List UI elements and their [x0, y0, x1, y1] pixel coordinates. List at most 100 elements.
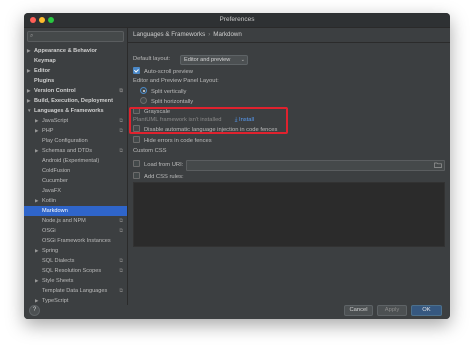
sidebar-item-label: SQL Dialects	[42, 258, 75, 264]
collapsed-arrow-icon[interactable]: ▶	[27, 46, 30, 56]
sidebar-item-editor[interactable]: ▶ Editor	[24, 66, 127, 76]
load-from-uri-row[interactable]: Load from URI:	[133, 160, 184, 169]
css-uri-input[interactable]	[186, 160, 445, 171]
sidebar-item-label: Cucumber	[42, 178, 68, 184]
sidebar-item-label: Template Data Languages	[42, 288, 108, 294]
project-scope-icon: ⧉	[119, 258, 123, 264]
collapsed-arrow-icon[interactable]: ▶	[35, 246, 38, 256]
sidebar-item-languages-frameworks[interactable]: ▼ Languages & Frameworks	[24, 106, 127, 116]
collapsed-arrow-icon[interactable]: ▶	[35, 276, 38, 286]
sidebar-item-plugins[interactable]: Plugins	[24, 76, 127, 86]
sidebar-item-php[interactable]: ▶ PHP ⧉	[24, 126, 127, 136]
sidebar-item-label: Appearance & Behavior	[34, 48, 98, 54]
project-scope-icon: ⧉	[119, 118, 123, 124]
collapsed-arrow-icon[interactable]: ▶	[27, 66, 30, 76]
sidebar-item-label: PHP	[42, 128, 54, 134]
folder-icon[interactable]	[434, 162, 442, 168]
sidebar-item-node-js-and-npm[interactable]: Node.js and NPM ⧉	[24, 216, 127, 226]
dialog-button-bar: ? Cancel Apply OK	[24, 305, 450, 319]
project-scope-icon: ⧉	[119, 288, 123, 294]
highlight-box	[129, 107, 288, 134]
sidebar-item-label: Languages & Frameworks	[34, 108, 104, 114]
sidebar-item-kotlin[interactable]: ▶ Kotlin	[24, 196, 127, 206]
hide-errors-label: Hide errors in code fences	[144, 138, 212, 145]
auto-scroll-checkbox[interactable]	[133, 67, 140, 74]
add-css-rules-checkbox[interactable]	[133, 172, 140, 179]
settings-search-input[interactable]: ⌕	[27, 31, 124, 42]
sidebar-item-label: SQL Resolution Scopes	[42, 268, 102, 274]
split-vertically-row[interactable]: Split vertically	[140, 87, 187, 96]
cancel-button[interactable]: Cancel	[344, 305, 373, 316]
add-css-rules-label: Add CSS rules:	[144, 174, 184, 181]
split-vertically-radio[interactable]	[140, 87, 147, 94]
project-scope-icon: ⧉	[119, 228, 123, 234]
sidebar-item-javascript[interactable]: ▶ JavaScript ⧉	[24, 116, 127, 126]
default-layout-row: Default layout: Editor and preview ⌄	[133, 55, 248, 65]
breadcrumb-item-languages[interactable]: Languages & Frameworks	[133, 31, 205, 38]
default-layout-label: Default layout:	[133, 56, 171, 62]
collapsed-arrow-icon[interactable]: ▶	[35, 116, 38, 126]
sidebar-item-label: Play Configuration	[42, 138, 88, 144]
sidebar-item-cucumber[interactable]: Cucumber	[24, 176, 127, 186]
sidebar-item-label: Node.js and NPM	[42, 218, 86, 224]
collapsed-arrow-icon[interactable]: ▶	[27, 86, 30, 96]
sidebar-item-label: Kotlin	[42, 198, 56, 204]
sidebar-item-template-data-languages[interactable]: Template Data Languages ⧉	[24, 286, 127, 296]
hide-errors-checkbox[interactable]	[133, 136, 140, 143]
sidebar-item-spring[interactable]: ▶ Spring	[24, 246, 127, 256]
sidebar-item-label: OSGi Framework Instances	[42, 238, 111, 244]
sidebar-item-markdown[interactable]: Markdown	[24, 206, 127, 216]
sidebar-item-sql-resolution-scopes[interactable]: SQL Resolution Scopes ⧉	[24, 266, 127, 276]
sidebar-item-sql-dialects[interactable]: SQL Dialects ⧉	[24, 256, 127, 266]
load-from-uri-checkbox[interactable]	[133, 160, 140, 167]
sidebar-item-keymap[interactable]: Keymap	[24, 56, 127, 66]
preferences-window: Preferences ⌕ ▶ Appearance & Behavior Keym…	[24, 13, 450, 319]
sidebar-item-play-configuration[interactable]: Play Configuration	[24, 136, 127, 146]
project-scope-icon: ⧉	[119, 268, 123, 274]
sidebar-item-osgi-framework-instances[interactable]: OSGi Framework Instances	[24, 236, 127, 246]
sidebar-item-version-control[interactable]: ▶ Version Control ⧉	[24, 86, 127, 96]
sidebar-item-label: JavaFX	[42, 188, 61, 194]
settings-tree: ▶ Appearance & Behavior Keymap ▶ Editor Plugi…	[24, 46, 127, 306]
sidebar-item-label: JavaScript	[42, 118, 69, 124]
auto-scroll-row[interactable]: Auto-scroll preview	[133, 67, 193, 75]
apply-button[interactable]: Apply	[377, 305, 407, 316]
sidebar-item-osgi[interactable]: OSGi ⧉	[24, 226, 127, 236]
project-scope-icon: ⧉	[119, 128, 123, 134]
sidebar-item-label: ColdFusion	[42, 168, 71, 174]
panel-layout-label: Editor and Preview Panel Layout:	[133, 78, 219, 84]
breadcrumb-item-markdown: Markdown	[213, 31, 242, 38]
sidebar-item-appearance-behavior[interactable]: ▶ Appearance & Behavior	[24, 46, 127, 56]
sidebar-item-coldfusion[interactable]: ColdFusion	[24, 166, 127, 176]
sidebar-item-label: OSGi	[42, 228, 56, 234]
add-css-rules-row[interactable]: Add CSS rules:	[133, 172, 184, 181]
sidebar-item-label: Style Sheets	[42, 278, 74, 284]
sidebar-item-label: Android (Experimental)	[42, 158, 100, 164]
css-rules-editor[interactable]	[133, 182, 445, 247]
sidebar-item-build-execution-deployment[interactable]: ▶ Build, Execution, Deployment	[24, 96, 127, 106]
sidebar-item-label: Editor	[34, 68, 51, 74]
sidebar-item-style-sheets[interactable]: ▶ Style Sheets	[24, 276, 127, 286]
hide-errors-row[interactable]: Hide errors in code fences	[133, 136, 212, 145]
collapsed-arrow-icon[interactable]: ▶	[35, 196, 38, 206]
sidebar-item-android-experimental[interactable]: Android (Experimental)	[24, 156, 127, 166]
sidebar-item-schemas-and-dtds[interactable]: ▶ Schemas and DTDs ⧉	[24, 146, 127, 156]
sidebar-item-javafx[interactable]: JavaFX	[24, 186, 127, 196]
collapsed-arrow-icon[interactable]: ▶	[35, 126, 38, 136]
sidebar-item-label: Build, Execution, Deployment	[34, 98, 113, 104]
load-from-uri-label: Load from URI:	[144, 162, 184, 169]
project-scope-icon: ⧉	[119, 218, 123, 224]
sidebar-item-label: Version Control	[34, 88, 76, 94]
default-layout-select[interactable]: Editor and preview ⌄	[180, 55, 248, 65]
ok-button[interactable]: OK	[411, 305, 442, 316]
collapsed-arrow-icon[interactable]: ▶	[27, 96, 30, 106]
split-horizontally-radio[interactable]	[140, 97, 147, 104]
split-vertically-label: Split vertically	[151, 89, 187, 96]
help-button[interactable]: ?	[29, 305, 40, 316]
divider	[128, 42, 450, 43]
collapsed-arrow-icon[interactable]: ▶	[35, 146, 38, 156]
split-horizontally-row[interactable]: Split horizontally	[140, 97, 193, 105]
expanded-arrow-icon[interactable]: ▼	[27, 106, 31, 116]
project-scope-icon: ⧉	[119, 148, 123, 154]
title-bar: Preferences	[24, 13, 450, 28]
